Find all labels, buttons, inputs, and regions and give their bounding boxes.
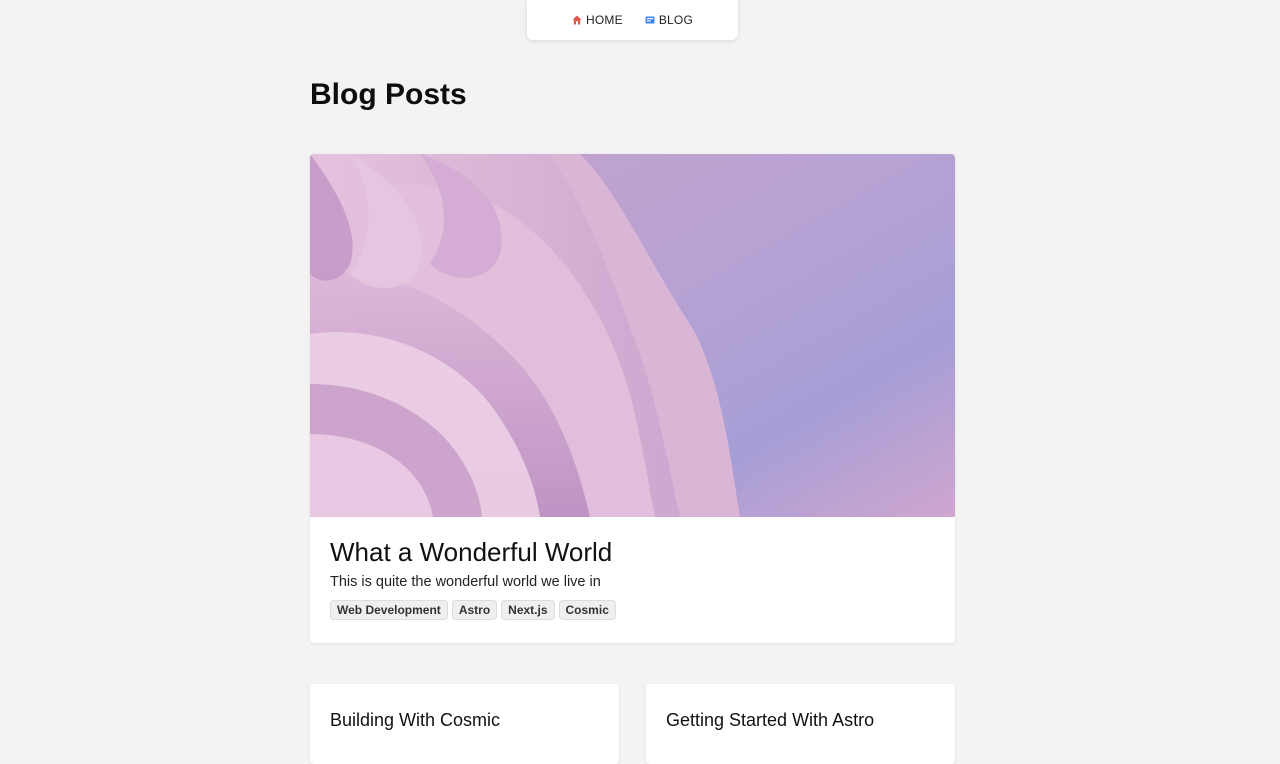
home-icon	[572, 15, 582, 25]
post-card-title[interactable]: Getting Started With Astro	[646, 684, 955, 731]
nav-blog-label: BLOG	[658, 13, 693, 27]
blog-icon	[645, 15, 655, 25]
featured-post-tags: Web Development Astro Next.js Cosmic	[330, 600, 935, 620]
featured-post-image	[310, 154, 955, 517]
page-title: Blog Posts	[310, 78, 467, 111]
tag-nextjs[interactable]: Next.js	[501, 600, 555, 620]
tag-web-development[interactable]: Web Development	[330, 600, 448, 620]
post-card-title[interactable]: Building With Cosmic	[310, 684, 619, 731]
top-nav: HOME BLOG	[527, 0, 738, 40]
featured-post-card[interactable]: What a Wonderful World This is quite the…	[310, 154, 955, 643]
nav-home-label: HOME	[586, 13, 623, 27]
featured-post-body: What a Wonderful World This is quite the…	[310, 517, 955, 620]
tag-astro[interactable]: Astro	[451, 600, 498, 620]
post-card-building-with-cosmic[interactable]: Building With Cosmic	[310, 684, 619, 764]
post-card-getting-started-with-astro[interactable]: Getting Started With Astro	[646, 684, 955, 764]
featured-post-description: This is quite the wonderful world we liv…	[330, 574, 601, 590]
nav-blog-link[interactable]: BLOG	[645, 13, 693, 27]
featured-post-title[interactable]: What a Wonderful World	[330, 537, 935, 567]
nav-home-link[interactable]: HOME	[572, 13, 623, 27]
tag-cosmic[interactable]: Cosmic	[558, 600, 616, 620]
